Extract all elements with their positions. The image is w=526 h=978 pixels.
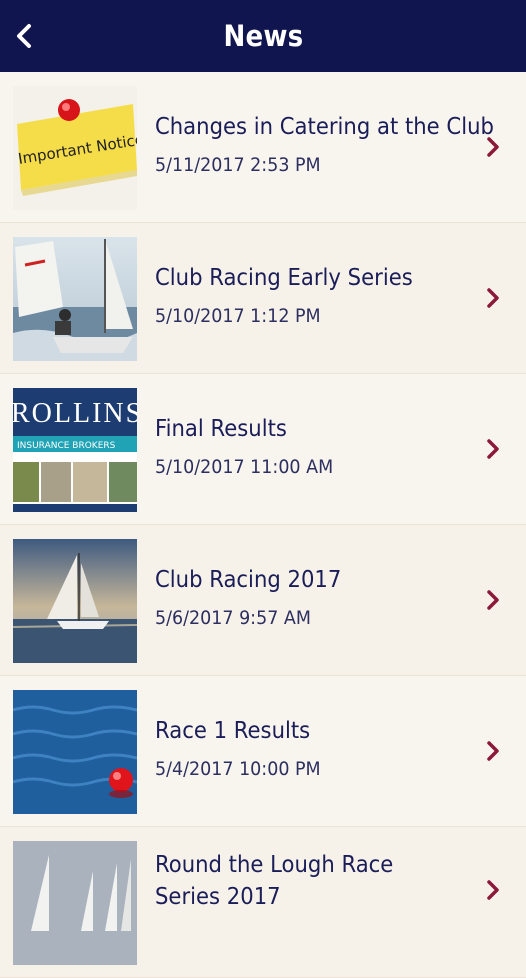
news-thumbnail-buoy	[13, 690, 137, 814]
rollins-sub-text: INSURANCE BROKERS	[17, 441, 116, 451]
news-item[interactable]: Round the Lough Race Series 2017	[0, 827, 526, 978]
rollins-logo-text: ROLLINS	[13, 398, 137, 429]
news-title: Round the Lough Race Series 2017	[155, 852, 394, 910]
chevron-right-icon	[484, 738, 502, 764]
news-thumbnail-sailing	[13, 237, 137, 361]
news-date: 5/10/2017 11:00 AM	[155, 456, 334, 478]
news-date: 5/10/2017 1:12 PM	[155, 305, 321, 327]
news-thumbnail-regatta	[13, 841, 137, 965]
chevron-right-icon	[484, 436, 502, 462]
chevron-right-icon	[484, 877, 502, 903]
news-item[interactable]: Important Notice Changes in Catering at …	[0, 72, 526, 223]
news-thumbnail-sunset-sail	[13, 539, 137, 663]
page-title: News	[223, 19, 303, 53]
top-navigation-bar: News	[0, 0, 526, 72]
news-thumbnail-notice: Important Notice	[13, 86, 137, 210]
news-title: Changes in Catering at the Club	[155, 114, 494, 140]
news-date: 5/11/2017 2:53 PM	[155, 154, 321, 176]
news-title: Club Racing 2017	[155, 567, 342, 593]
chevron-right-icon	[484, 285, 502, 311]
news-date: 5/4/2017 10:00 PM	[155, 758, 321, 780]
news-item[interactable]: ROLLINS INSURANCE BROKERS Final Results …	[0, 374, 526, 525]
chevron-right-icon	[484, 134, 502, 160]
chevron-left-icon	[17, 24, 31, 48]
news-title: Final Results	[155, 416, 287, 442]
news-item[interactable]: Club Racing Early Series 5/10/2017 1:12 …	[0, 223, 526, 374]
news-date: 5/6/2017 9:57 AM	[155, 607, 311, 629]
back-button[interactable]	[10, 20, 38, 52]
news-list: Important Notice Changes in Catering at …	[0, 72, 526, 978]
news-item[interactable]: Club Racing 2017 5/6/2017 9:57 AM	[0, 525, 526, 676]
news-title: Club Racing Early Series	[155, 265, 413, 291]
news-item[interactable]: Race 1 Results 5/4/2017 10:00 PM	[0, 676, 526, 827]
news-title: Race 1 Results	[155, 718, 311, 744]
chevron-right-icon	[484, 587, 502, 613]
news-thumbnail-rollins: ROLLINS INSURANCE BROKERS	[13, 388, 137, 512]
